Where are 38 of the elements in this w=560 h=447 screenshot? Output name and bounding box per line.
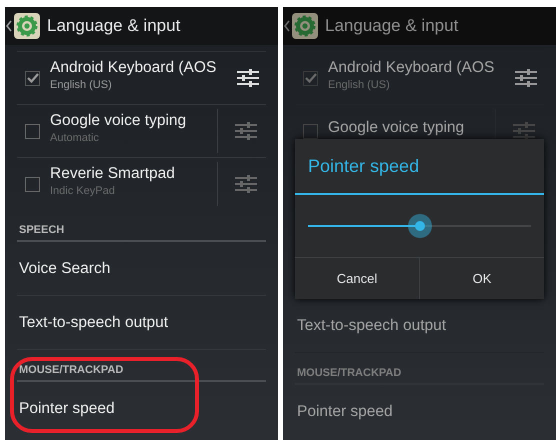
input-method-language: Indic KeyPad: [50, 185, 116, 197]
screen-title: Language & input: [325, 16, 458, 36]
section-header: SPEECH: [19, 224, 64, 236]
sliders-icon[interactable]: [513, 121, 535, 141]
settings-entry[interactable]: Text-to-speech output: [297, 316, 446, 334]
sliders-icon[interactable]: [237, 68, 260, 88]
speed-slider[interactable]: [308, 214, 531, 238]
sliders-icon[interactable]: [235, 174, 257, 194]
dialog-title: Pointer speed: [308, 156, 420, 177]
slider-thumb[interactable]: [408, 214, 432, 238]
cancel-button[interactable]: Cancel: [295, 258, 420, 299]
sliders-icon[interactable]: [515, 68, 538, 88]
back-chevron-icon[interactable]: [6, 20, 12, 32]
input-method-name[interactable]: Android Keyboard (AOS: [328, 59, 494, 77]
input-method-name[interactable]: Google voice typing: [328, 119, 491, 137]
input-method-language: English (US): [328, 79, 391, 91]
checkbox[interactable]: [25, 124, 40, 138]
input-method-name[interactable]: Reverie Smartpad: [50, 165, 213, 183]
input-method-language: Automatic: [50, 132, 100, 144]
back-chevron-icon[interactable]: [284, 20, 290, 32]
gear-app-icon[interactable]: [292, 13, 318, 39]
settings-entry[interactable]: Pointer speed: [19, 400, 115, 418]
checkbox[interactable]: [25, 70, 40, 86]
screen-title: Language & input: [47, 16, 180, 36]
section-header: MOUSE/TRACKPAD: [297, 367, 402, 379]
checkbox[interactable]: [303, 70, 318, 86]
checkbox[interactable]: [25, 176, 40, 192]
settings-entry[interactable]: Text-to-speech output: [19, 314, 168, 332]
input-method-name[interactable]: Google voice typing: [50, 112, 213, 130]
input-method-name[interactable]: Android Keyboard (AOS: [50, 59, 216, 77]
sliders-icon[interactable]: [235, 121, 257, 141]
ok-button[interactable]: OK: [420, 258, 544, 299]
section-header: MOUSE/TRACKPAD: [19, 364, 124, 376]
checkbox[interactable]: [303, 124, 318, 138]
settings-entry[interactable]: Voice Search: [19, 260, 110, 278]
input-method-language: English (US): [50, 79, 113, 91]
settings-entry[interactable]: Pointer speed: [297, 402, 393, 420]
gear-app-icon[interactable]: [14, 13, 40, 39]
